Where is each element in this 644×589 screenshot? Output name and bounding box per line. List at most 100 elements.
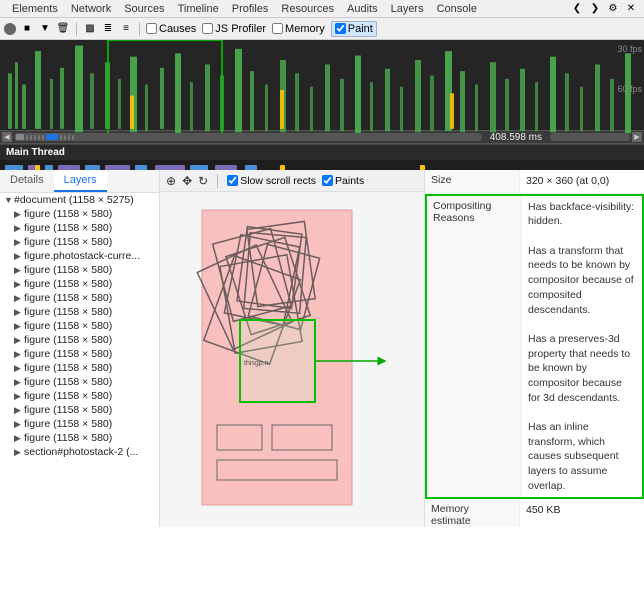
tree-item-1[interactable]: ▶ figure (1158 × 580) bbox=[0, 221, 159, 235]
tree-arrow-icon: ▶ bbox=[14, 433, 24, 444]
menu-layers[interactable]: Layers bbox=[385, 2, 430, 16]
size-value: 320 × 360 (at 0,0) bbox=[520, 170, 644, 193]
paint-checkbox-label[interactable]: Paint bbox=[331, 21, 377, 37]
tree-item-15[interactable]: ▶ figure (1158 × 580) bbox=[0, 417, 159, 431]
tree-arrow-icon: ▶ bbox=[14, 335, 24, 346]
slow-scroll-checkbox[interactable] bbox=[227, 175, 238, 186]
close-icon[interactable]: ✕ bbox=[624, 2, 638, 16]
rotate-icon[interactable]: ↻ bbox=[198, 174, 208, 188]
tree-item-11[interactable]: ▶ figure (1158 × 580) bbox=[0, 361, 159, 375]
paint-checkbox[interactable] bbox=[335, 23, 346, 34]
separator2 bbox=[139, 22, 140, 36]
fps-30-label: 30 fps bbox=[617, 44, 642, 54]
filter-icon[interactable]: ▼ bbox=[38, 22, 52, 36]
menubar: Elements Network Sources Timeline Profil… bbox=[0, 0, 644, 18]
thread-label: Main Thread bbox=[0, 144, 644, 160]
tree-arrow-icon: ▶ bbox=[14, 363, 24, 374]
tree-arrow-icon: ▶ bbox=[14, 279, 24, 290]
memory-label: Memory estimate bbox=[425, 499, 520, 527]
js-profiler-checkbox[interactable] bbox=[202, 23, 213, 34]
menu-sources[interactable]: Sources bbox=[118, 2, 170, 16]
js-profiler-checkbox-label[interactable]: JS Profiler bbox=[202, 23, 266, 35]
tree-item-label: #document (1158 × 5275) bbox=[14, 194, 134, 206]
paints-checkbox[interactable] bbox=[322, 175, 333, 186]
tree-item-5[interactable]: ▶ figure (1158 × 580) bbox=[0, 277, 159, 291]
causes-checkbox-label[interactable]: Causes bbox=[146, 23, 196, 35]
tree-arrow-icon: ▶ bbox=[14, 405, 24, 416]
menu-console[interactable]: Console bbox=[431, 2, 483, 16]
paints-checkbox-label[interactable]: Paints bbox=[322, 175, 364, 187]
scroll-track-right[interactable] bbox=[550, 133, 630, 141]
tree-item-label: figure (1158 × 580) bbox=[24, 432, 112, 444]
tree-item-label: figure (1158 × 580) bbox=[24, 334, 112, 346]
tree-item-label: figure (1158 × 580) bbox=[24, 292, 112, 304]
stop-icon[interactable]: ■ bbox=[20, 22, 34, 36]
tree-item-section[interactable]: ▶ section#photostack-2 (... bbox=[0, 445, 159, 459]
paints-label: Paints bbox=[335, 175, 364, 187]
chevron-left-icon[interactable]: ❮ bbox=[570, 2, 584, 16]
slow-scroll-checkbox-label[interactable]: Slow scroll rects bbox=[227, 175, 316, 187]
tree-item-3[interactable]: ▶ figure.photostack-curre... bbox=[0, 249, 159, 263]
settings-icon[interactable]: ⚙ bbox=[606, 2, 620, 16]
tree-item-label: figure (1158 × 580) bbox=[24, 306, 112, 318]
compositing-value: Has backface-visibility: hidden. Has a t… bbox=[522, 196, 642, 498]
tree-item-label: figure (1158 × 580) bbox=[24, 362, 112, 374]
tab-details[interactable]: Details bbox=[0, 170, 54, 192]
bar-chart-icon[interactable]: ▩ bbox=[83, 22, 97, 36]
menu-network[interactable]: Network bbox=[65, 2, 117, 16]
menu-profiles[interactable]: Profiles bbox=[226, 2, 275, 16]
menu-audits[interactable]: Audits bbox=[341, 2, 384, 16]
layer-visualization: thisgp.n bbox=[192, 205, 392, 515]
tree-item-10[interactable]: ▶ figure (1158 × 580) bbox=[0, 347, 159, 361]
tree-item-0[interactable]: ▶ figure (1158 × 580) bbox=[0, 207, 159, 221]
menu-resources[interactable]: Resources bbox=[275, 2, 340, 16]
tree-item-4[interactable]: ▶ figure (1158 × 580) bbox=[0, 263, 159, 277]
paint-label: Paint bbox=[348, 23, 373, 35]
pan-icon[interactable]: ✥ bbox=[182, 174, 192, 188]
memory-checkbox[interactable] bbox=[272, 23, 283, 34]
size-row: Size 320 × 360 (at 0,0) bbox=[425, 170, 644, 194]
chevron-right-icon[interactable]: ❯ bbox=[588, 2, 602, 16]
tree-item-label: figure (1158 × 580) bbox=[24, 418, 112, 430]
scroll-track[interactable] bbox=[14, 133, 482, 141]
menu-elements[interactable]: Elements bbox=[6, 2, 64, 16]
tree-item-2[interactable]: ▶ figure (1158 × 580) bbox=[0, 235, 159, 249]
trash-icon[interactable]: 🗑 bbox=[56, 22, 70, 36]
js-profiler-label: JS Profiler bbox=[215, 23, 266, 35]
grid-icon[interactable]: ≣ bbox=[101, 22, 115, 36]
layer-tree-panel: Details Layers ▼ #document (1158 × 5275)… bbox=[0, 170, 160, 527]
memory-row: Memory estimate 450 KB bbox=[425, 499, 644, 527]
memory-checkbox-label[interactable]: Memory bbox=[272, 23, 325, 35]
tree-item-7[interactable]: ▶ figure (1158 × 580) bbox=[0, 305, 159, 319]
separator bbox=[217, 174, 218, 188]
tree-arrow-icon: ▶ bbox=[14, 209, 24, 220]
record-icon[interactable] bbox=[4, 23, 16, 35]
menu-timeline[interactable]: Timeline bbox=[172, 2, 225, 16]
tree-item-16[interactable]: ▶ figure (1158 × 580) bbox=[0, 431, 159, 445]
tree-item-9[interactable]: ▶ figure (1158 × 580) bbox=[0, 333, 159, 347]
tree-item-label: figure (1158 × 580) bbox=[24, 348, 112, 360]
tree-item-label: figure (1158 × 580) bbox=[24, 320, 112, 332]
properties-panel: Size 320 × 360 (at 0,0) Compositing Reas… bbox=[424, 170, 644, 527]
add-layer-icon[interactable]: ⊕ bbox=[166, 174, 176, 188]
tree-arrow-icon: ▶ bbox=[14, 321, 24, 332]
list-icon[interactable]: ≡ bbox=[119, 22, 133, 36]
tree-item-13[interactable]: ▶ figure (1158 × 580) bbox=[0, 389, 159, 403]
timeline-chart bbox=[0, 40, 644, 140]
causes-checkbox[interactable] bbox=[146, 23, 157, 34]
tree-item-label: figure (1158 × 580) bbox=[24, 264, 112, 276]
tree-item-14[interactable]: ▶ figure (1158 × 580) bbox=[0, 403, 159, 417]
tree-item-12[interactable]: ▶ figure (1158 × 580) bbox=[0, 375, 159, 389]
tree-arrow-icon: ▶ bbox=[14, 223, 24, 234]
layer-tree: ▼ #document (1158 × 5275) ▶ figure (1158… bbox=[0, 193, 159, 459]
tree-item-8[interactable]: ▶ figure (1158 × 580) bbox=[0, 319, 159, 333]
layer-3d-viewport[interactable]: thisgp.n bbox=[160, 192, 424, 527]
tab-layers[interactable]: Layers bbox=[54, 170, 107, 192]
tree-item-6[interactable]: ▶ figure (1158 × 580) bbox=[0, 291, 159, 305]
tree-item-label: figure.photostack-curre... bbox=[24, 250, 140, 262]
size-label: Size bbox=[425, 170, 520, 193]
tree-item-label: figure (1158 × 580) bbox=[24, 208, 112, 220]
tree-arrow-icon: ▶ bbox=[14, 447, 24, 458]
tree-arrow-icon: ▼ bbox=[4, 195, 14, 205]
tree-item-document[interactable]: ▼ #document (1158 × 5275) bbox=[0, 193, 159, 207]
